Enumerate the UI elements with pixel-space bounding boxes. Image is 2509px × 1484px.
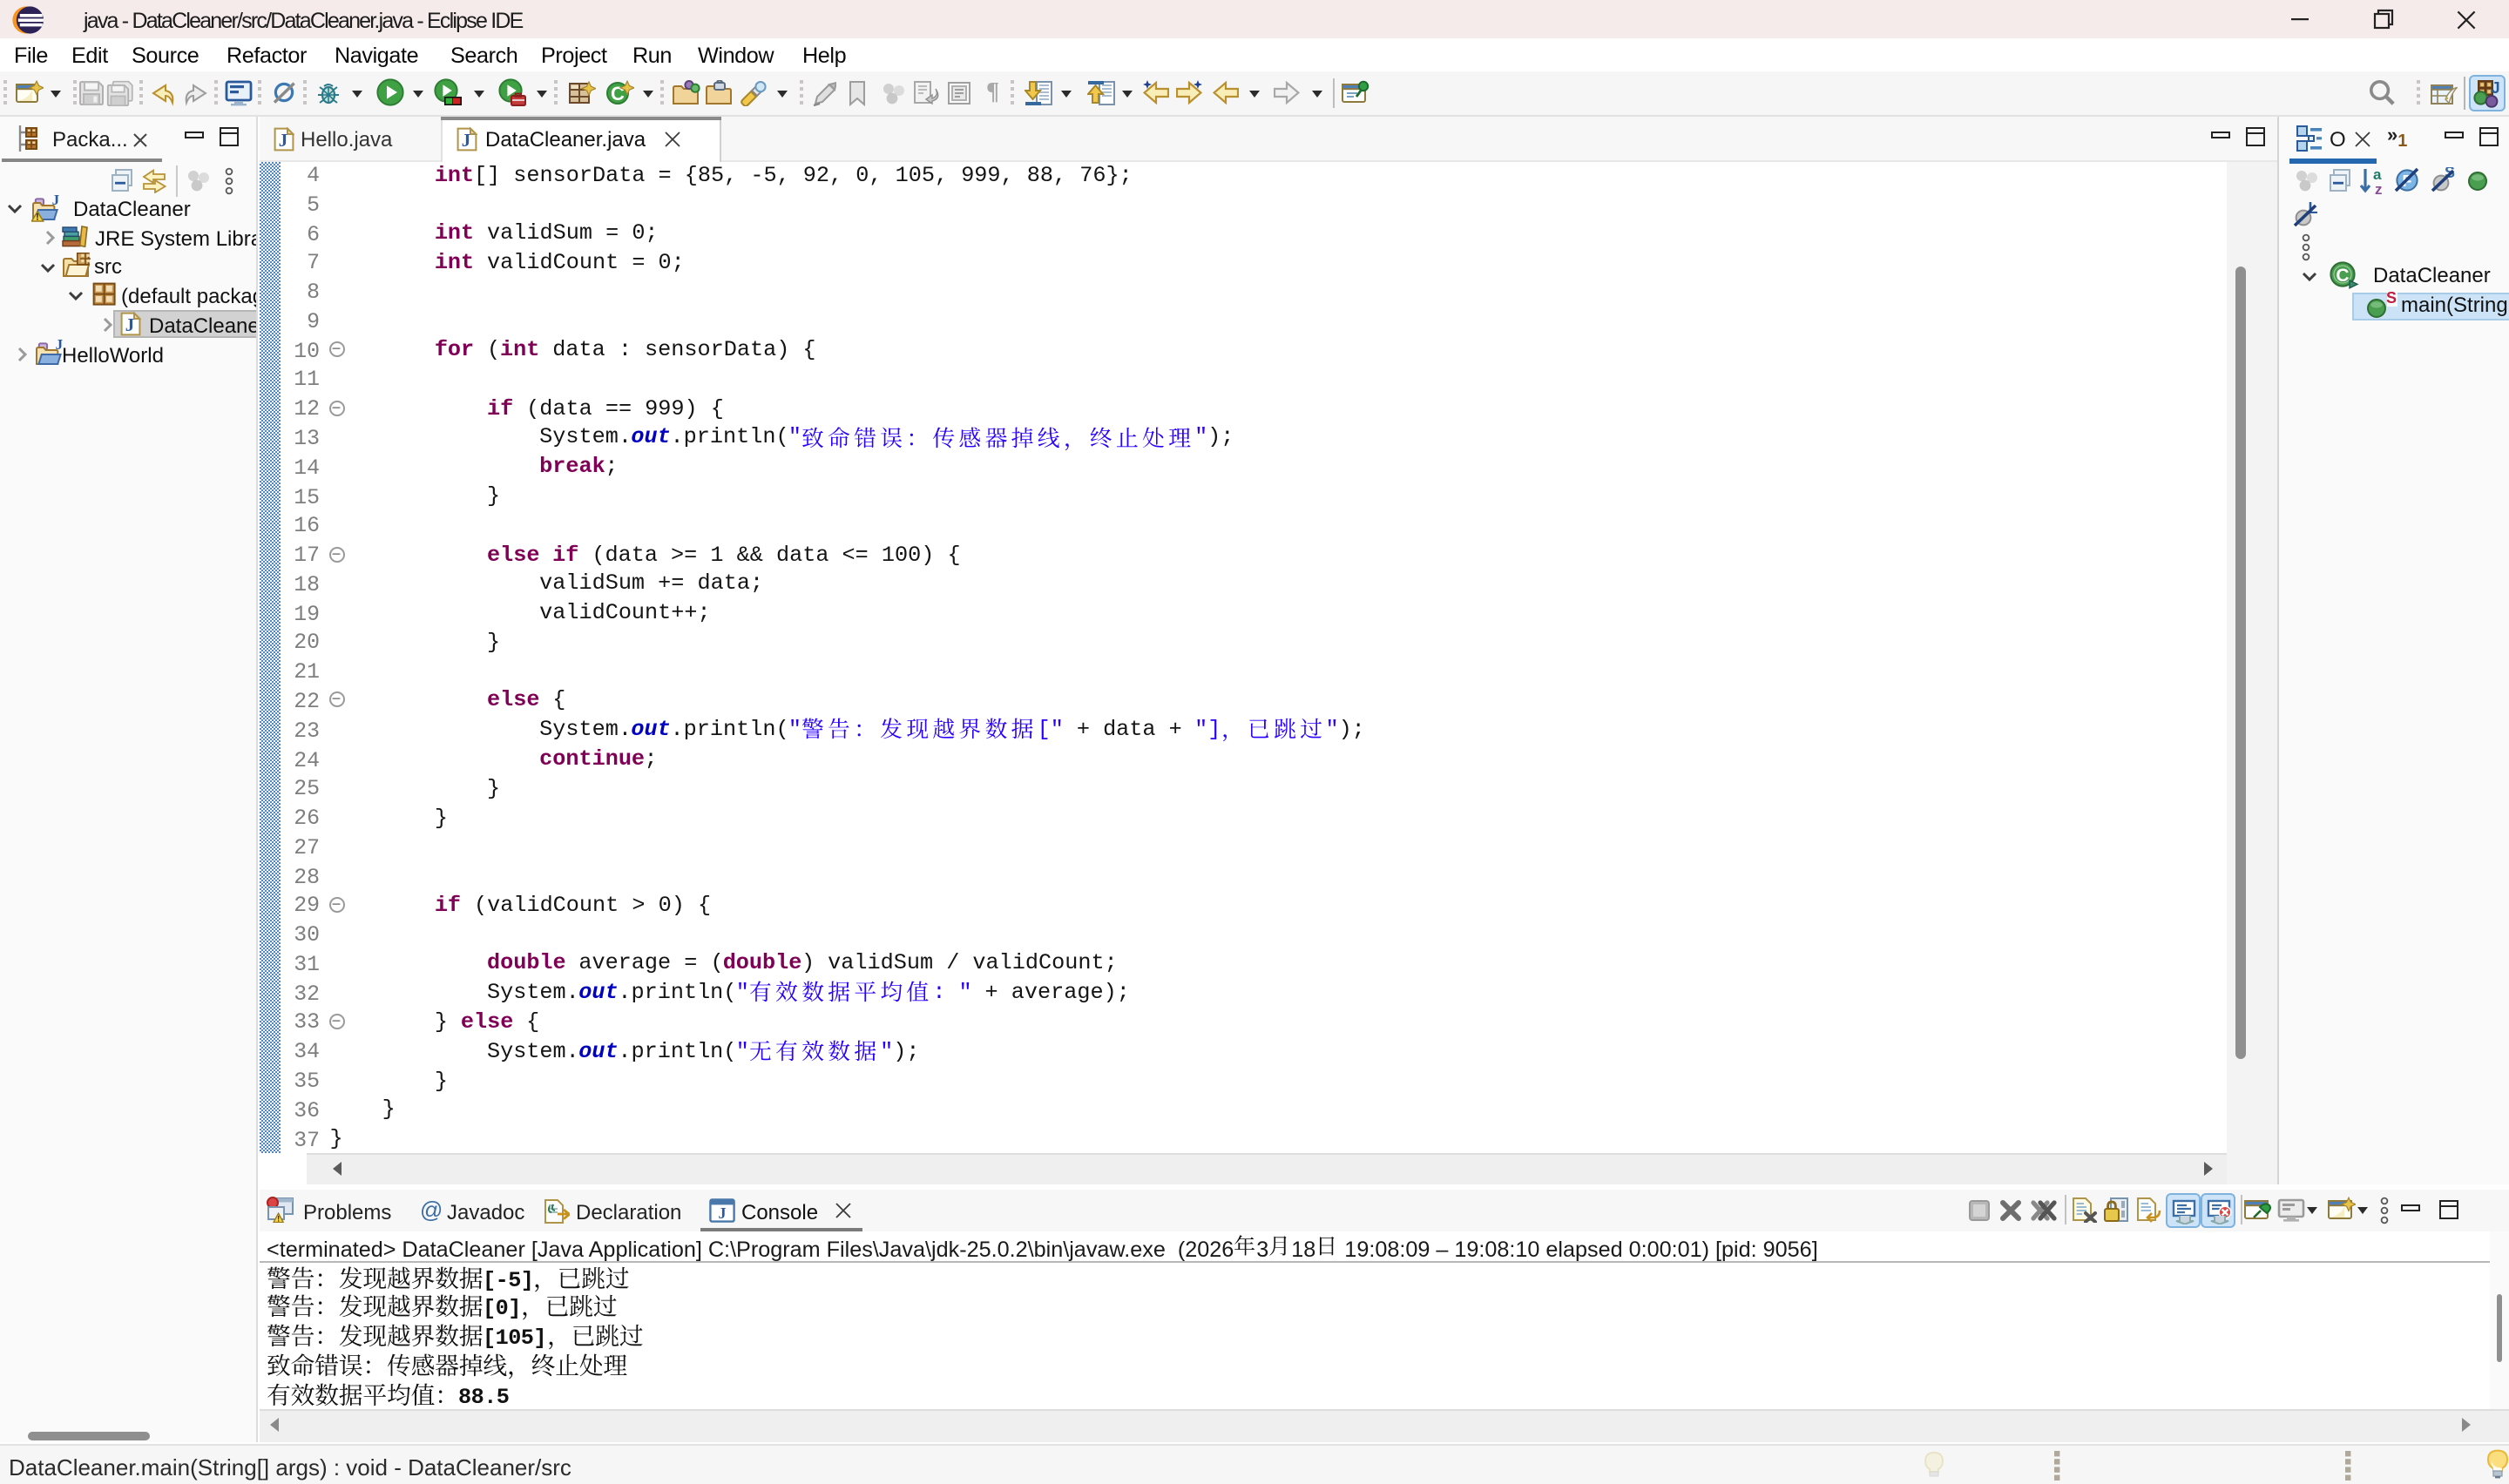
svg-text:!: !	[277, 1214, 280, 1223]
svg-text:J: J	[278, 129, 287, 150]
svg-text:¶: ¶	[985, 78, 998, 103]
svg-text:J: J	[125, 314, 135, 334]
svg-text:J: J	[718, 1204, 726, 1221]
svg-text:J: J	[2492, 79, 2500, 96]
svg-text:J: J	[52, 194, 60, 207]
svg-text:!: !	[36, 212, 39, 222]
svg-text:C: C	[611, 82, 625, 104]
svg-text:J: J	[461, 129, 470, 150]
svg-text:C: C	[2335, 265, 2348, 285]
svg-text:@: @	[419, 1198, 442, 1221]
svg-text:z: z	[2374, 180, 2382, 194]
